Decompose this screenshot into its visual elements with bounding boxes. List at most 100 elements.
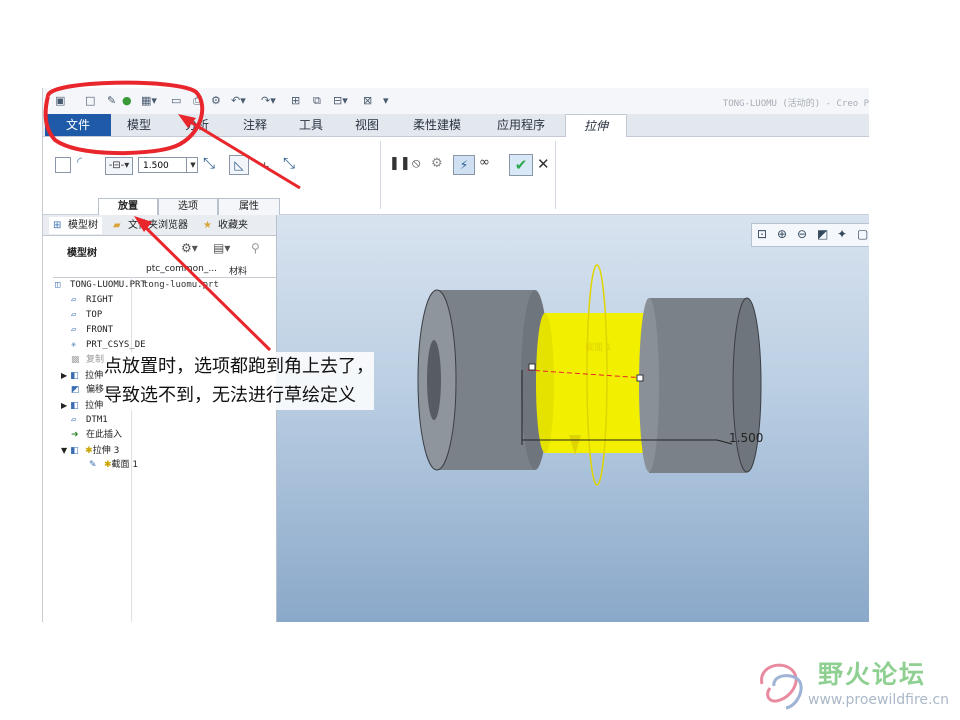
expand-icon[interactable]: ▶ (61, 401, 67, 410)
tab-extrude[interactable]: 拉伸 (565, 114, 627, 137)
tab-file[interactable]: 文件 (45, 114, 111, 136)
tree-item-top-label: TOP (86, 310, 103, 320)
remove-material-button[interactable]: ◺ (229, 155, 249, 175)
right-cylinder-end (732, 297, 762, 473)
drag-handle-left[interactable] (528, 363, 536, 371)
tree-item-dtm1[interactable]: ▱ DTM1 (71, 413, 108, 428)
watermark-en: www.proewildfire.cn (808, 692, 950, 708)
regenerate-icon[interactable]: ✎ (107, 94, 116, 107)
tab-flexible-modeling[interactable]: 柔性建模 (399, 114, 475, 136)
display-icon[interactable]: ⊟▾ (333, 94, 348, 107)
folder-icon[interactable]: ▭ (171, 94, 181, 107)
verify-mode-button[interactable]: ⚡ (453, 155, 475, 175)
extrude-icon: ◧ (70, 371, 79, 381)
tree-item-part[interactable]: ◫ TONG-LUOMU.PRT (55, 278, 146, 293)
tab-analysis[interactable]: 分析 (171, 114, 223, 136)
ribbon-separator (380, 141, 381, 209)
model-tree-panel: ⊞ 模型树 ▰ 文件夹浏览器 ★ 收藏夹 模型树 ⚙▾ ▤▾ ⚲ ptc_common… (43, 215, 277, 622)
column-material[interactable]: 材料 (229, 264, 247, 277)
undo-icon[interactable]: ↶▾ (231, 94, 246, 107)
tree-item-offset[interactable]: ◩ 偏移 (71, 383, 104, 398)
settings-icon[interactable]: ⚙▾ (181, 241, 198, 255)
tree-item-section-1[interactable]: ✎ ✱截面 1 (89, 458, 138, 473)
dimension-value[interactable]: 1.500 (729, 431, 763, 445)
flip-direction-icon[interactable]: ⤡ (203, 154, 215, 172)
cancel-x-button[interactable]: ✕ (537, 155, 550, 173)
model-tree-header: 模型树 ⚙▾ ▤▾ ⚲ (43, 237, 276, 263)
tab-options[interactable]: 选项 (158, 198, 218, 215)
quick-access-toolbar: ▣ □ ✎ ● ▦▾ ▭ ⎙ ⚙ ↶▾ ↷▾ ⊞ ⧉ ⊟▾ ⊠ ▾ TONG-L… (43, 88, 869, 114)
open-icon[interactable]: □ (85, 94, 95, 107)
depth-option-dropdown[interactable]: -⊟-▾ (105, 157, 133, 175)
tab-annotate[interactable]: 注释 (229, 114, 281, 136)
section-label: 截面 1 (585, 343, 612, 353)
thicken-sketch-icon[interactable]: ⌞ (263, 154, 270, 170)
part-icon: ◫ (55, 280, 61, 290)
sketch-icon: ✎ (89, 460, 97, 470)
print-icon[interactable]: ⎙ (193, 94, 202, 108)
graphics-viewport[interactable]: 1.500 截面 1 (277, 215, 869, 622)
tab-properties[interactable]: 属性 (218, 198, 280, 215)
close-window-icon[interactable]: ⊠ (363, 94, 372, 107)
tree-item-extrude-2-label: 拉伸 (85, 401, 104, 411)
tab-applications[interactable]: 应用程序 (483, 114, 559, 136)
tab-view[interactable]: 视图 (341, 114, 393, 136)
no-preview-icon[interactable]: ⦸ (412, 156, 420, 171)
redo-icon[interactable]: ↷▾ (261, 94, 276, 107)
tab-placement[interactable]: 放置 (98, 198, 158, 215)
tree-item-insert-here[interactable]: ➜ 在此插入 (71, 428, 122, 443)
collapse-icon[interactable]: ▼ (61, 446, 67, 455)
datum-icon[interactable]: ⊞ (291, 94, 300, 107)
tree-item-front[interactable]: ▱ FRONT (71, 323, 113, 338)
depth-dropdown-arrow[interactable]: ▼ (186, 157, 199, 173)
plane-icon: ▱ (71, 310, 77, 320)
tree-item-csys[interactable]: ✳ PRT_CSYS_DE (71, 338, 146, 353)
paint-icon[interactable]: ● (122, 94, 132, 107)
tree-item-front-label: FRONT (86, 325, 114, 335)
tree-item-insert-here-label: 在此插入 (86, 430, 123, 440)
display-style-icon[interactable]: ▢ (857, 227, 868, 241)
confirm-check-button[interactable]: ✔ (509, 154, 533, 176)
regen-lights-icon[interactable]: ⚙ (211, 94, 221, 107)
tab-model-tree[interactable]: ⊞ 模型树 (49, 217, 102, 234)
zoom-fit-icon[interactable]: ⊡ (757, 227, 767, 241)
tree-item-extrude-1-label: 拉伸 (85, 371, 104, 381)
tab-favorites[interactable]: ★ 收藏夹 (203, 217, 248, 234)
zoom-in-icon[interactable]: ⊕ (777, 227, 787, 241)
tab-folder-browser-label: 文件夹浏览器 (128, 220, 188, 231)
customize-icon[interactable]: ▾ (383, 94, 389, 107)
preview-geometry-icon[interactable]: ⚙ (431, 156, 443, 171)
orient-icon[interactable]: ✦ (837, 227, 847, 241)
window-icon[interactable]: ⧉ (313, 94, 321, 108)
tree-item-extrude-2[interactable]: ▶ ◧ 拉伸 (61, 398, 103, 413)
tree-item-extrude-1[interactable]: ▶ ◧ 拉伸 (61, 368, 103, 383)
flip-thicken-icon[interactable]: ⤡ (283, 154, 295, 172)
save-icon[interactable]: ▦▾ (141, 94, 157, 107)
left-cylinder-hole (427, 340, 441, 420)
repaint-icon[interactable]: ◩ (817, 227, 828, 241)
ribbon-separator-2 (555, 141, 556, 209)
new-icon[interactable]: ▣ (55, 94, 65, 107)
expand-icon[interactable]: ▶ (61, 371, 67, 380)
zoom-out-icon[interactable]: ⊖ (797, 227, 807, 241)
tab-folder-browser[interactable]: ▰ 文件夹浏览器 (113, 217, 188, 234)
tab-favorites-label: 收藏夹 (218, 220, 248, 231)
tree-item-extrude-3[interactable]: ▼ ◧ ✱拉伸 3 (61, 443, 119, 458)
pause-icon[interactable]: ❚❚ (389, 156, 411, 171)
yellow-extrude-face (536, 313, 554, 453)
tree-columns: ptc_common_... 材料 (53, 263, 276, 278)
tree-item-top[interactable]: ▱ TOP (71, 308, 102, 323)
drag-handle-right[interactable] (636, 374, 644, 382)
glasses-preview-icon[interactable]: ∞ (479, 155, 490, 170)
solid-button[interactable] (55, 157, 71, 173)
tree-item-right[interactable]: ▱ RIGHT (71, 293, 113, 308)
tree-icon: ⊞ (53, 220, 62, 231)
surface-button[interactable]: ◜ (77, 155, 82, 170)
tree-item-copy[interactable]: ▩ 复制 (71, 353, 104, 368)
filter-icon[interactable]: ⚲ (251, 241, 260, 255)
plane-icon: ▱ (71, 415, 77, 425)
show-icon[interactable]: ▤▾ (213, 241, 230, 255)
tab-model[interactable]: 模型 (113, 114, 165, 136)
tab-tools[interactable]: 工具 (285, 114, 337, 136)
column-common-name[interactable]: ptc_common_... (146, 264, 217, 274)
